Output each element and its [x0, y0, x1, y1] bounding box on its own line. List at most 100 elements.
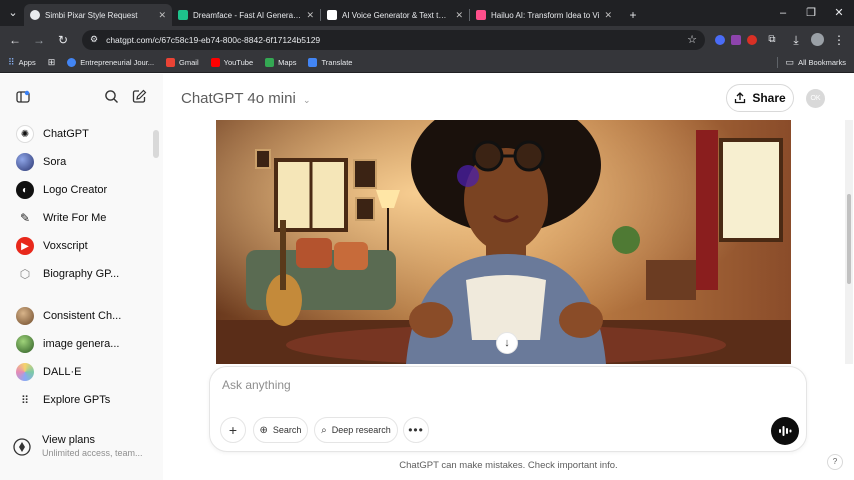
forward-icon[interactable]: →	[30, 31, 48, 49]
browser-tab[interactable]: AI Voice Generator & Text to Sp ✕	[321, 4, 469, 26]
model-selector[interactable]: ChatGPT 4o mini ⌄	[181, 90, 311, 107]
minimize-icon[interactable]: –	[774, 4, 792, 22]
bookmark-translate[interactable]: Translate	[308, 58, 352, 67]
extension-icon[interactable]	[715, 34, 725, 45]
back-icon[interactable]: ←	[6, 31, 24, 49]
reload-icon[interactable]: ↻	[54, 31, 72, 49]
sidebar-item-dalle[interactable]: DALL·E	[8, 359, 156, 385]
help-button[interactable]: ?	[827, 454, 843, 470]
dreamface-favicon-icon	[178, 10, 188, 20]
site-info-icon[interactable]: ⚙	[90, 34, 98, 45]
sidebar-item-label: image genera...	[43, 338, 120, 350]
disclaimer-text: ChatGPT can make mistakes. Check importa…	[399, 460, 618, 471]
bookmark-label: Gmail	[179, 58, 199, 67]
bookmark-star-icon[interactable]: ☆	[687, 33, 697, 46]
bookmark-maps[interactable]: Maps	[265, 58, 296, 67]
all-bookmarks[interactable]: ▭ All Bookmarks	[776, 57, 846, 68]
sidebar-item-logo-creator[interactable]: ◐ Logo Creator	[8, 177, 156, 203]
tab-title: Simbi Pixar Style Request	[45, 10, 138, 20]
scroll-down-button[interactable]: ↓	[496, 332, 518, 354]
bookmark-gmail[interactable]: Gmail	[166, 58, 199, 67]
sidebar-scrollbar[interactable]	[153, 130, 159, 158]
tab-search-icon[interactable]: ⌄	[4, 4, 22, 22]
sidebar-item-voxscript[interactable]: ▶ Voxscript	[8, 233, 156, 259]
bookmark-apps[interactable]: ⠿ Apps	[8, 57, 36, 68]
deep-research-button[interactable]: ⌕ Deep research	[314, 417, 398, 443]
all-bookmarks-label: All Bookmarks	[798, 58, 846, 67]
bookmark-label: Maps	[278, 58, 297, 67]
sidebar-item-explore-gpts[interactable]: ⠿ Explore GPTs	[8, 387, 156, 413]
generated-image[interactable]	[216, 120, 791, 364]
sidebar-item-label: Explore GPTs	[43, 394, 111, 406]
search-button-label: Search	[272, 425, 302, 435]
new-tab-icon[interactable]: +	[624, 6, 642, 24]
dalle-icon	[16, 363, 34, 381]
chat-scrollbar-thumb[interactable]	[847, 194, 851, 284]
address-bar[interactable]: ⚙ chatgpt.com/c/67c58c19-eb74-800c-8842-…	[82, 29, 705, 50]
more-tools-button[interactable]: •••	[403, 417, 429, 443]
extensions-puzzle-icon[interactable]: ⧉	[763, 31, 781, 49]
toggle-sidebar-icon[interactable]	[16, 90, 30, 104]
close-tab-icon[interactable]: ✕	[455, 10, 463, 21]
extension-icon[interactable]	[731, 34, 741, 45]
tab-title: Hailuo AI: Transform Idea to Vi	[491, 10, 600, 20]
avatar[interactable]: OK	[806, 89, 825, 108]
hailuo-favicon-icon	[476, 10, 486, 20]
search-button[interactable]: ⊕ Search	[253, 417, 308, 443]
profile-avatar-icon[interactable]	[811, 33, 824, 46]
sidebar-item-label: Sora	[43, 156, 67, 168]
explore-grid-icon: ⠿	[20, 394, 30, 407]
chevron-down-icon: ⌄	[302, 95, 311, 105]
view-plans-button[interactable]: View plans Unlimited access, team...	[12, 434, 143, 458]
attach-button[interactable]: +	[220, 417, 246, 443]
bookmark-apps-grid[interactable]: ⊞	[48, 57, 56, 68]
chat-main: ChatGPT 4o mini ⌄ Share OK ↓ Ask anythin…	[163, 74, 854, 480]
sidebar-item-image-generator[interactable]: image genera...	[8, 331, 156, 357]
bookmark-label: Translate	[321, 58, 353, 67]
sidebar-item-label: Biography GP...	[43, 268, 120, 280]
voice-mode-button[interactable]	[771, 417, 799, 445]
bookmark-entrepreneurial[interactable]: Entrepreneurial Jour...	[67, 58, 154, 67]
restore-icon[interactable]: ❐	[802, 4, 820, 22]
sidebar-item-sora[interactable]: Sora	[8, 149, 156, 175]
browser-menu-icon[interactable]: ⋮	[830, 31, 848, 49]
close-window-icon[interactable]: ✕	[830, 4, 848, 22]
close-tab-icon[interactable]: ✕	[306, 10, 314, 21]
extension-icon[interactable]	[747, 34, 757, 45]
browser-tab-active[interactable]: Simbi Pixar Style Request ✕	[24, 4, 172, 26]
prompt-input[interactable]: Ask anything	[222, 378, 291, 392]
share-icon	[735, 92, 746, 104]
openai-logo-icon: ✺	[16, 125, 34, 143]
voxscript-icon: ▶	[16, 237, 34, 255]
browser-toolbar: ← → ↻ ⚙ chatgpt.com/c/67c58c19-eb74-800c…	[0, 26, 854, 53]
gmail-icon	[166, 58, 176, 67]
sidebar-item-write-for-me[interactable]: ✎ Write For Me	[8, 205, 156, 231]
new-chat-icon[interactable]	[132, 89, 147, 104]
sidebar-item-chatgpt[interactable]: ✺ ChatGPT	[8, 121, 156, 147]
bookmark-youtube[interactable]: YouTube	[210, 58, 253, 67]
folder-icon: ▭	[785, 57, 795, 67]
download-icon[interactable]: ⤓	[787, 31, 805, 49]
search-icon[interactable]	[104, 89, 119, 104]
sora-icon	[16, 153, 34, 171]
view-plans-title: View plans	[42, 434, 95, 446]
bookmarks-bar: ⠿ Apps ⊞ Entrepreneurial Jour... Gmail Y…	[0, 53, 854, 73]
browser-tab[interactable]: Dreamface - Fast AI Generator ✕	[172, 4, 320, 26]
sidebar-item-consistent-character[interactable]: Consistent Ch...	[8, 303, 156, 329]
arrow-down-icon: ↓	[504, 337, 510, 349]
sidebar-item-label: Write For Me	[43, 212, 107, 224]
apps-grid-icon: ⊞	[47, 57, 56, 67]
browser-tab[interactable]: Hailuo AI: Transform Idea to Vi ✕	[470, 4, 618, 26]
share-button[interactable]: Share	[726, 84, 794, 112]
sidebar-item-label: Consistent Ch...	[43, 310, 122, 322]
model-name: ChatGPT 4o mini	[181, 90, 296, 107]
url-text: chatgpt.com/c/67c58c19-eb74-800c-8842-6f…	[106, 34, 321, 45]
sidebar-item-biography[interactable]: ⬡ Biography GP...	[8, 261, 156, 287]
sidebar-item-label: Voxscript	[43, 240, 88, 252]
close-tab-icon[interactable]: ✕	[604, 10, 612, 21]
telescope-icon: ⌕	[321, 424, 327, 436]
maps-icon	[265, 58, 275, 67]
upgrade-plan-icon	[13, 438, 31, 456]
sidebar-item-label: DALL·E	[43, 366, 82, 378]
close-tab-icon[interactable]: ✕	[158, 10, 166, 21]
